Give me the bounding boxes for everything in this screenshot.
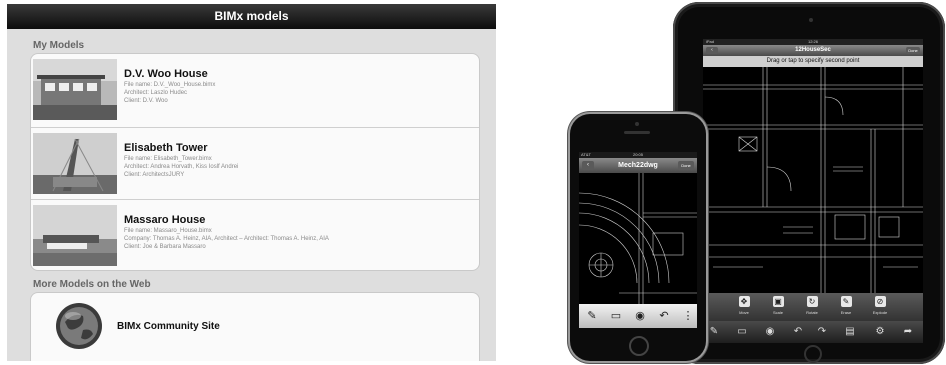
model-row-elisabeth-tower[interactable]: Elisabeth Tower File name: Elisabeth_Tow…: [31, 127, 479, 200]
camera-icon: [635, 122, 639, 126]
rotate-icon: ↻: [806, 296, 818, 307]
model-file-name: File name: Massaro_House.bimx: [124, 228, 212, 234]
edit-tools-bar: ✥ Move ▣ Scale ↻ Rotate ✎ Erase ⊘ Explod…: [703, 293, 923, 321]
nav-bar: ‹ Mech22dwg Done: [579, 158, 697, 173]
bottom-toolbar: ✎ ▭ ◉ ↶ ⋮: [579, 304, 697, 328]
nav-bar: ‹ 12HouseSec Done: [703, 45, 923, 56]
instruction-hint: Drag or tap to specify second point: [703, 56, 923, 67]
model-file-name: File name: Elisabeth_Tower.bimx: [124, 156, 212, 162]
tool-label: Move: [739, 310, 749, 315]
model-client: Client: D.V. Woo: [124, 98, 168, 104]
move-icon: ✥: [738, 296, 750, 307]
model-file-name: File name: D.V._Woo_House.bimx: [124, 82, 216, 88]
section-more-models: More Models on the Web: [33, 279, 151, 290]
edit-icon[interactable]: ✎: [583, 307, 601, 325]
app-titlebar: BIMx models: [7, 4, 496, 29]
tools-icon[interactable]: ⚙: [873, 325, 887, 339]
bimx-app-screen: BIMx models My Models D.V. Woo House Fil…: [7, 4, 496, 361]
model-thumbnail: [33, 205, 117, 266]
model-architect: Architect: Andrea Horvath, Kiss Ioslf An…: [124, 164, 239, 170]
iphone-screen: AT&T 20:05 ‹ Mech22dwg Done ✎ ▭ ◉ ↶ ⋮: [579, 152, 697, 328]
model-name: Massaro House: [124, 214, 206, 226]
tool-erase[interactable]: ✎ Erase: [833, 296, 859, 315]
bottom-toolbar: ✎ ▭ ◉ ↶ ↷ ▤ ⚙ ➦: [703, 321, 923, 343]
comment-icon[interactable]: ▭: [735, 325, 749, 339]
share-icon[interactable]: ➦: [901, 325, 915, 339]
ipad-device: iPad 12:26 ‹ 12HouseSec Done Drag or tap…: [673, 2, 945, 364]
model-row-massaro-house[interactable]: Massaro House File name: Massaro_House.b…: [31, 199, 479, 270]
home-button[interactable]: [629, 336, 649, 356]
explode-icon: ⊘: [874, 296, 886, 307]
home-button[interactable]: [804, 345, 822, 363]
models-list: D.V. Woo House File name: D.V._Woo_House…: [30, 53, 480, 271]
cad-drawing-canvas[interactable]: [703, 67, 923, 293]
tool-explode[interactable]: ⊘ Explode: [867, 296, 893, 315]
redo-icon[interactable]: ↷: [815, 325, 829, 339]
model-name: D.V. Woo House: [124, 68, 208, 80]
tool-move[interactable]: ✥ Move: [731, 296, 757, 315]
view-icon[interactable]: ◉: [763, 325, 777, 339]
tool-label: Rotate: [806, 310, 818, 315]
model-client: Client: ArchitectsJURY: [124, 172, 185, 178]
model-thumbnail: [33, 59, 117, 120]
erase-icon: ✎: [840, 296, 852, 307]
globe-icon: [55, 302, 103, 350]
cad-drawing-canvas[interactable]: [579, 173, 697, 304]
community-site-row[interactable]: BIMx Community Site: [30, 292, 480, 361]
layers-icon[interactable]: ▤: [843, 325, 857, 339]
drawing-title: 12HouseSec: [795, 47, 831, 53]
done-button[interactable]: Done: [906, 47, 920, 54]
model-row-dv-woo-house[interactable]: D.V. Woo House File name: D.V._Woo_House…: [31, 54, 479, 126]
more-icon[interactable]: ⋮: [679, 307, 697, 325]
tool-label: Explode: [872, 310, 888, 315]
done-button[interactable]: Done: [678, 161, 694, 170]
section-my-models: My Models: [33, 40, 85, 51]
comment-icon[interactable]: ▭: [607, 307, 625, 325]
community-site-label: BIMx Community Site: [117, 321, 220, 332]
undo-icon[interactable]: ↶: [791, 325, 805, 339]
tool-scale[interactable]: ▣ Scale: [765, 296, 791, 315]
ipad-screen: iPad 12:26 ‹ 12HouseSec Done Drag or tap…: [703, 39, 923, 343]
undo-icon[interactable]: ↶: [655, 307, 673, 325]
model-thumbnail: [33, 133, 117, 194]
tool-label: Scale: [772, 310, 783, 315]
model-client: Client: Joe & Barbara Massaro: [124, 244, 206, 250]
model-company: Company: Thomas A. Heinz, AIA, Architect…: [124, 236, 329, 242]
edit-icon[interactable]: ✎: [707, 325, 721, 339]
view-icon[interactable]: ◉: [631, 307, 649, 325]
model-name: Elisabeth Tower: [124, 142, 208, 154]
camera-icon: [809, 18, 813, 22]
speaker-grille: [624, 131, 650, 134]
tool-label: Erase: [840, 310, 852, 315]
iphone-device: AT&T 20:05 ‹ Mech22dwg Done ✎ ▭ ◉ ↶ ⋮: [570, 114, 706, 361]
tool-rotate[interactable]: ↻ Rotate: [799, 296, 825, 315]
scale-icon: ▣: [772, 296, 784, 307]
model-architect: Architect: Laszlo Hudec: [124, 90, 188, 96]
